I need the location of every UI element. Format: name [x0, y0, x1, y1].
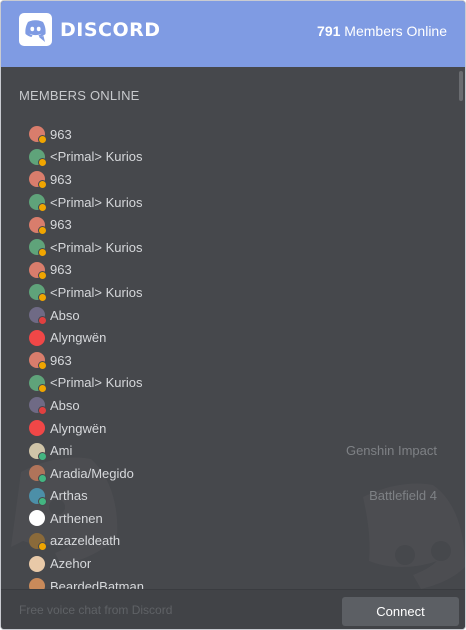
status-indicator-icon: [38, 361, 47, 371]
member-avatar: [29, 465, 47, 484]
member-item[interactable]: <Primal> Kurios: [29, 281, 441, 304]
member-name: Arthas: [50, 488, 88, 504]
member-item[interactable]: <Primal> Kurios: [29, 236, 441, 259]
member-avatar: [29, 510, 45, 527]
member-item[interactable]: Arthenen: [29, 507, 441, 530]
member-item[interactable]: 963: [29, 259, 441, 282]
online-count-label: Members Online: [340, 23, 447, 39]
member-item[interactable]: <Primal> Kurios: [29, 372, 441, 395]
member-name: 963: [50, 217, 72, 233]
member-item[interactable]: BeardedBatman: [29, 575, 441, 589]
member-item[interactable]: Alyngwën: [29, 417, 441, 440]
status-indicator-icon: [38, 180, 47, 190]
status-indicator-icon: [38, 474, 47, 484]
status-indicator-icon: [38, 316, 47, 326]
status-indicator-icon: [38, 203, 47, 213]
member-item[interactable]: <Primal> Kurios: [29, 191, 441, 214]
footer-tagline: Free voice chat from Discord: [19, 603, 173, 617]
member-avatar: [29, 216, 47, 235]
member-avatar: [29, 284, 47, 303]
member-item[interactable]: azazeldeath: [29, 530, 441, 553]
status-indicator-icon: [38, 248, 47, 258]
status-indicator-icon: [38, 383, 47, 393]
member-item[interactable]: <Primal> Kurios: [29, 146, 441, 169]
member-name: 963: [50, 171, 72, 187]
member-item[interactable]: Azehor: [29, 552, 441, 575]
member-name: 963: [50, 262, 72, 278]
member-name: Arthenen: [50, 510, 103, 526]
member-name: azazeldeath: [50, 533, 121, 549]
member-avatar: [29, 171, 47, 190]
status-indicator-icon: [38, 225, 47, 235]
member-avatar: [29, 307, 47, 326]
member-avatar: [29, 126, 47, 145]
member-item[interactable]: 963: [29, 123, 441, 146]
member-name: Alyngwën: [50, 330, 107, 346]
online-count-number: 791: [317, 23, 341, 39]
status-indicator-icon: [38, 293, 47, 303]
member-name: Alyngwën: [50, 420, 107, 436]
members-panel[interactable]: MEMBERS ONLINE 963 <Primal> Kurios 963 <Pri…: [1, 67, 465, 589]
member-item[interactable]: Alyngwën: [29, 326, 441, 349]
member-avatar: [29, 239, 47, 258]
member-name: <Primal> Kurios: [50, 284, 143, 300]
member-game: Battlefield 4: [369, 488, 437, 504]
member-name: <Primal> Kurios: [50, 149, 143, 165]
member-game: Genshin Impact: [345, 443, 437, 459]
members-online-count: 791 Members Online: [317, 23, 447, 39]
member-item[interactable]: Abso: [29, 304, 441, 327]
discord-widget: DISCORD 791 Members Online MEMBERS ONLIN…: [0, 0, 466, 630]
member-avatar: [29, 555, 45, 572]
member-avatar: [29, 148, 47, 167]
status-indicator-icon: [38, 451, 47, 461]
member-avatar: [29, 352, 47, 371]
member-name: Ami: [50, 443, 73, 459]
member-name: Abso: [50, 397, 80, 413]
discord-logo[interactable]: DISCORD: [19, 13, 161, 46]
status-indicator-icon: [38, 135, 47, 145]
widget-header: DISCORD 791 Members Online: [1, 1, 465, 67]
member-avatar: [29, 261, 47, 280]
member-name: <Primal> Kurios: [50, 239, 143, 255]
status-indicator-icon: [38, 157, 47, 167]
member-avatar: [29, 420, 45, 437]
status-indicator-icon: [38, 496, 47, 506]
widget-footer: Free voice chat from Discord Connect: [1, 589, 465, 629]
member-item[interactable]: Arthas Battlefield 4: [29, 485, 441, 508]
scrollbar[interactable]: [459, 71, 463, 101]
member-name: Aradia/Megido: [50, 465, 134, 481]
member-name: Abso: [50, 307, 80, 323]
member-item[interactable]: 963: [29, 349, 441, 372]
connect-button[interactable]: Connect: [342, 597, 459, 626]
member-item[interactable]: Aradia/Megido: [29, 462, 441, 485]
member-item[interactable]: Ami Genshin Impact: [29, 439, 441, 462]
member-avatar: [29, 487, 47, 506]
member-name: Azehor: [50, 556, 92, 572]
member-name: 963: [50, 352, 72, 368]
member-name: <Primal> Kurios: [50, 194, 143, 210]
member-avatar: [29, 329, 45, 346]
member-item[interactable]: 963: [29, 168, 441, 191]
member-name: <Primal> Kurios: [50, 375, 143, 391]
member-name: BeardedBatman: [50, 578, 144, 589]
member-name: 963: [50, 126, 72, 142]
member-avatar: [29, 194, 47, 213]
brand-name: DISCORD: [60, 18, 161, 41]
member-item[interactable]: 963: [29, 213, 441, 236]
status-indicator-icon: [38, 270, 47, 280]
member-item[interactable]: Abso: [29, 394, 441, 417]
discord-logo-icon: [19, 13, 52, 46]
status-indicator-icon: [38, 406, 47, 416]
member-avatar: [29, 397, 47, 416]
member-avatar: [29, 442, 47, 461]
member-avatar: [29, 578, 45, 589]
member-avatar: [29, 532, 47, 551]
member-list: 963 <Primal> Kurios 963 <Primal> Kurios 963 <…: [29, 123, 441, 589]
status-indicator-icon: [38, 541, 47, 551]
section-title-members-online: MEMBERS ONLINE: [19, 88, 140, 103]
member-avatar: [29, 374, 47, 393]
